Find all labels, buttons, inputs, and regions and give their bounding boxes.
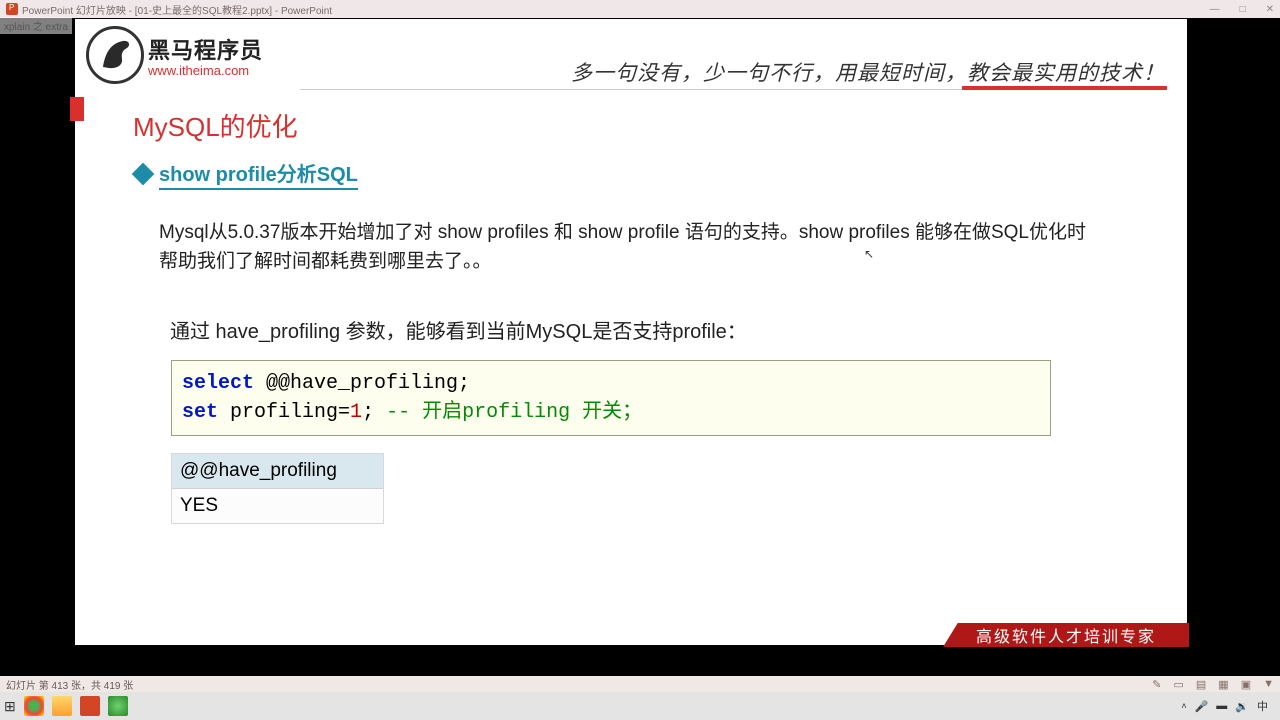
minimize-button[interactable]: — bbox=[1210, 4, 1220, 15]
keyword-select: select bbox=[182, 372, 254, 395]
result-table: @@have_profiling YES bbox=[171, 453, 384, 524]
mic-icon[interactable]: 🎤 bbox=[1195, 700, 1209, 713]
paragraph-2: 通过 have_profiling 参数，能够看到当前MySQL是否支持prof… bbox=[170, 315, 747, 344]
top-left-meta: xplain 之 extra bbox=[0, 17, 72, 34]
close-button[interactable]: ✕ bbox=[1266, 4, 1274, 15]
powerpoint-taskbar-icon[interactable] bbox=[80, 696, 100, 716]
status-bar: 幻灯片 第 413 张，共 419 张 ✎ ▭ ▤ ▦ ▣ ▼ bbox=[0, 676, 1280, 692]
code-block: select @@have_profiling; set profiling=1… bbox=[171, 360, 1051, 436]
slide: 黑马程序员 www.itheima.com 多一句没有，少一句不行，用最短时间，… bbox=[75, 19, 1187, 645]
app-icon[interactable] bbox=[108, 696, 128, 716]
window-controls: — □ ✕ bbox=[1210, 4, 1274, 15]
slideshow-viewport[interactable]: xplain 之 extra 黑马程序员 www.itheima.com 多一句… bbox=[0, 18, 1280, 692]
ime-icon[interactable]: 中 bbox=[1257, 698, 1268, 714]
logo-horse-icon bbox=[86, 26, 144, 84]
tray-chevron-icon[interactable]: ˄ bbox=[1181, 701, 1186, 711]
logo-name: 黑马程序员 bbox=[148, 33, 263, 65]
status-right: ✎ ▭ ▤ ▦ ▣ ▼ bbox=[1152, 678, 1274, 691]
taskbar[interactable]: ⊞ ˄ 🎤 ▬ 🔉 中 bbox=[0, 692, 1280, 720]
page-title: MySQL的优化 bbox=[133, 107, 298, 144]
red-accent bbox=[70, 97, 84, 121]
paragraph-1: Mysql从5.0.37版本开始增加了对 show profiles 和 sho… bbox=[159, 219, 1099, 276]
start-button[interactable]: ⊞ bbox=[4, 698, 16, 715]
code-text: profiling= bbox=[218, 401, 350, 424]
footer-ribbon: 高级软件人才培训专家 bbox=[943, 623, 1189, 647]
section-heading-text: show profile分析SQL bbox=[159, 158, 358, 190]
volume-icon[interactable]: 🔉 bbox=[1235, 700, 1249, 713]
slideshow-view-icon[interactable]: ▼ bbox=[1263, 678, 1274, 690]
sorter-view-icon[interactable]: ▦ bbox=[1218, 678, 1228, 691]
section-heading: show profile分析SQL bbox=[135, 158, 358, 190]
pen-tool-icon[interactable]: ✎ bbox=[1152, 678, 1161, 691]
slogan: 多一句没有，少一句不行，用最短时间，教会最实用的技术！ bbox=[571, 57, 1165, 87]
normal-view-icon[interactable]: ▤ bbox=[1196, 678, 1206, 691]
code-number: 1 bbox=[350, 401, 362, 424]
powerpoint-icon bbox=[6, 3, 18, 15]
file-explorer-icon[interactable] bbox=[52, 696, 72, 716]
code-text: ; bbox=[362, 401, 386, 424]
system-tray[interactable]: ˄ 🎤 ▬ 🔉 中 bbox=[1181, 698, 1276, 714]
diamond-icon bbox=[132, 163, 155, 186]
code-comment: -- 开启profiling 开关； bbox=[386, 401, 642, 424]
slide-counter: 幻灯片 第 413 张，共 419 张 bbox=[6, 677, 133, 692]
keyword-set: set bbox=[182, 401, 218, 424]
result-header: @@have_profiling bbox=[172, 454, 383, 489]
logo-url: www.itheima.com bbox=[148, 63, 263, 78]
battery-icon[interactable]: ▬ bbox=[1216, 700, 1227, 712]
slogan-red-bar bbox=[962, 86, 1167, 90]
code-text: @@have_profiling; bbox=[254, 372, 470, 395]
result-value: YES bbox=[172, 489, 383, 523]
reading-view-icon[interactable]: ▣ bbox=[1241, 678, 1251, 691]
chrome-icon[interactable] bbox=[24, 696, 44, 716]
subtitle-icon[interactable]: ▭ bbox=[1173, 678, 1183, 691]
logo: 黑马程序员 www.itheima.com bbox=[86, 26, 263, 84]
window-title: PowerPoint 幻灯片放映 - [01-史上最全的SQL教程2.pptx]… bbox=[22, 2, 332, 17]
window-titlebar: PowerPoint 幻灯片放映 - [01-史上最全的SQL教程2.pptx]… bbox=[0, 0, 1280, 18]
maximize-button[interactable]: □ bbox=[1240, 4, 1246, 15]
